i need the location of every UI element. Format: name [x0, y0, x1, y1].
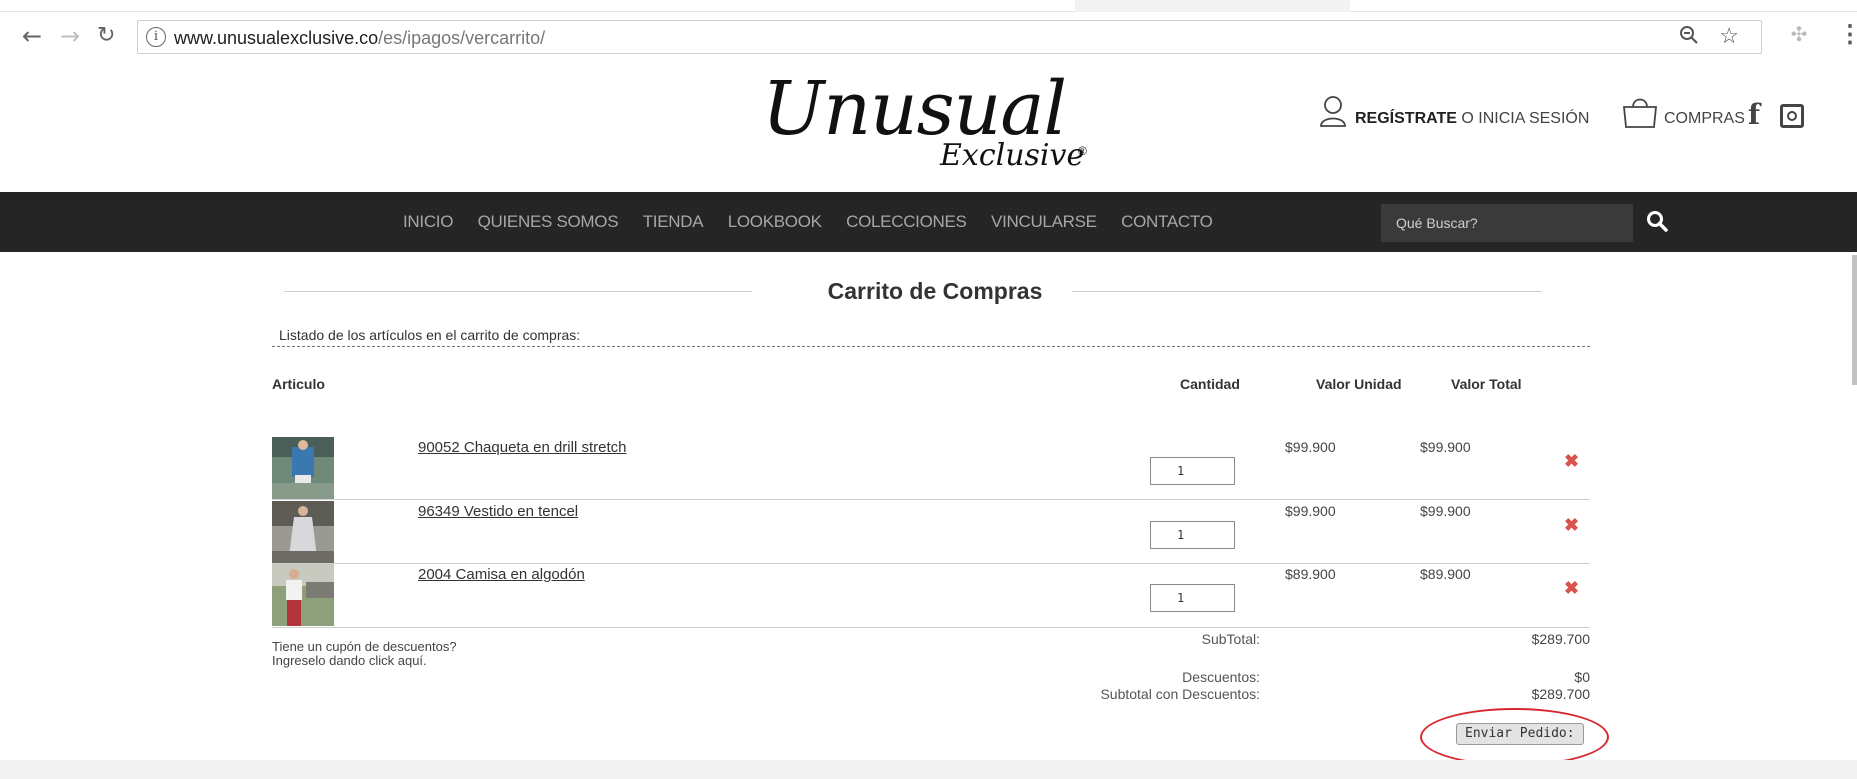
- zoom-icon[interactable]: [1679, 25, 1699, 51]
- total-price: $99.900: [1420, 439, 1471, 455]
- quantity-input[interactable]: [1150, 521, 1235, 549]
- unit-price: $99.900: [1285, 439, 1336, 455]
- coupon-prompt[interactable]: Tiene un cupón de descuentos? Ingreselo …: [272, 640, 457, 668]
- title-divider-left: [284, 291, 752, 292]
- column-header-article: Articulo: [272, 376, 325, 392]
- product-link[interactable]: 96349 Vestido en tencel: [418, 503, 578, 520]
- row-divider: [272, 499, 1590, 500]
- address-bar[interactable]: i www.unusualexclusive.co/es/ipagos/verc…: [137, 20, 1762, 54]
- cart-link[interactable]: COMPRAS: [1664, 110, 1745, 128]
- discount-label: Descuentos:: [1182, 669, 1260, 685]
- product-thumbnail[interactable]: [272, 501, 334, 563]
- coupon-line-1[interactable]: Tiene un cupón de descuentos?: [272, 639, 457, 654]
- cart-row: 2004 Camisa en algodón $89.900 $89.900 ✖: [272, 564, 1590, 626]
- login-link[interactable]: REGÍSTRATE O INICIA SESIÓN: [1355, 110, 1589, 128]
- back-arrow-icon[interactable]: ←: [22, 22, 42, 50]
- subtotal-value: $289.700: [1531, 631, 1590, 647]
- column-header-total-value: Valor Total: [1451, 376, 1522, 392]
- nav-item-inicio[interactable]: INICIO: [403, 212, 453, 231]
- register-label[interactable]: REGÍSTRATE: [1355, 110, 1457, 127]
- page-title: Carrito de Compras: [827, 278, 1043, 304]
- quantity-input[interactable]: [1150, 584, 1235, 612]
- nav-item-quienes-somos[interactable]: QUIENES SOMOS: [478, 212, 619, 231]
- search-input[interactable]: [1381, 204, 1633, 242]
- total-price: $99.900: [1420, 503, 1471, 519]
- product-link[interactable]: 90052 Chaqueta en drill stretch: [418, 439, 626, 456]
- shopping-bag-icon[interactable]: [1620, 93, 1660, 129]
- product-thumbnail[interactable]: [272, 437, 334, 499]
- login-label[interactable]: O INICIA SESIÓN: [1457, 110, 1589, 127]
- quantity-input[interactable]: [1150, 457, 1235, 485]
- column-header-quantity: Cantidad: [1180, 376, 1240, 392]
- reload-icon[interactable]: ↻: [97, 22, 115, 50]
- extension-icon[interactable]: ✣: [1786, 22, 1812, 48]
- product-thumbnail[interactable]: [272, 564, 334, 626]
- facebook-icon[interactable]: f: [1748, 98, 1760, 131]
- url-path: /es/ipagos/vercarrito/: [378, 28, 546, 48]
- discount-value: $0: [1574, 669, 1590, 685]
- subtotal-discount-label: Subtotal con Descuentos:: [1100, 686, 1260, 702]
- row-divider: [272, 627, 1590, 628]
- tab-strip: [0, 0, 1857, 12]
- instagram-icon[interactable]: [1780, 104, 1804, 128]
- site-logo[interactable]: Unusual Exclusive ®: [762, 66, 1102, 184]
- url-text[interactable]: www.unusualexclusive.co/es/ipagos/vercar…: [174, 28, 545, 49]
- main-navbar: INICIO QUIENES SOMOS TIENDA LOOKBOOK COL…: [0, 192, 1857, 252]
- nav-item-contacto[interactable]: CONTACTO: [1121, 212, 1213, 231]
- dashed-divider: [272, 346, 1590, 347]
- cart-row: 96349 Vestido en tencel $99.900 $99.900 …: [272, 501, 1590, 563]
- remove-item-icon[interactable]: ✖: [1564, 578, 1579, 599]
- search-icon[interactable]: [1646, 210, 1668, 232]
- unit-price: $99.900: [1285, 503, 1336, 519]
- title-divider-right: [1072, 291, 1542, 292]
- info-icon[interactable]: i: [146, 27, 166, 47]
- remove-item-icon[interactable]: ✖: [1564, 515, 1579, 536]
- forward-arrow-icon[interactable]: →: [60, 22, 80, 50]
- subtotal-discount-value: $289.700: [1531, 686, 1590, 702]
- remove-item-icon[interactable]: ✖: [1564, 451, 1579, 472]
- product-link[interactable]: 2004 Camisa en algodón: [418, 566, 585, 583]
- logo-sub-text: Exclusive: [940, 138, 1085, 173]
- nav-item-colecciones[interactable]: COLECCIONES: [846, 212, 967, 231]
- nav-item-vincularse[interactable]: VINCULARSE: [991, 212, 1097, 231]
- cart-subtitle: Listado de los artículos en el carrito d…: [279, 327, 581, 343]
- coupon-line-2[interactable]: Ingreselo dando click aquí.: [272, 653, 427, 668]
- send-order-button[interactable]: Enviar Pedido:: [1456, 723, 1584, 745]
- footer-strip: [0, 760, 1857, 779]
- column-header-unit-value: Valor Unidad: [1316, 376, 1402, 392]
- cart-row: 90052 Chaqueta en drill stretch $99.900 …: [272, 437, 1590, 499]
- nav-item-tienda[interactable]: TIENDA: [643, 212, 704, 231]
- subtotal-label: SubTotal:: [1201, 631, 1260, 647]
- nav-links: INICIO QUIENES SOMOS TIENDA LOOKBOOK COL…: [403, 212, 1233, 232]
- user-icon[interactable]: [1319, 95, 1347, 127]
- logo-registered-mark: ®: [1078, 144, 1087, 158]
- scrollbar[interactable]: [1852, 255, 1857, 385]
- unit-price: $89.900: [1285, 566, 1336, 582]
- total-price: $89.900: [1420, 566, 1471, 582]
- browser-chrome: ← → ↻ i www.unusualexclusive.co/es/ipago…: [0, 0, 1857, 60]
- url-domain: www.unusualexclusive.co: [174, 28, 379, 48]
- nav-item-lookbook[interactable]: LOOKBOOK: [728, 212, 822, 231]
- star-icon[interactable]: ☆: [1719, 23, 1739, 49]
- tab-strip-segment: [1075, 0, 1350, 12]
- menu-dots-icon[interactable]: ⋮: [1838, 20, 1857, 49]
